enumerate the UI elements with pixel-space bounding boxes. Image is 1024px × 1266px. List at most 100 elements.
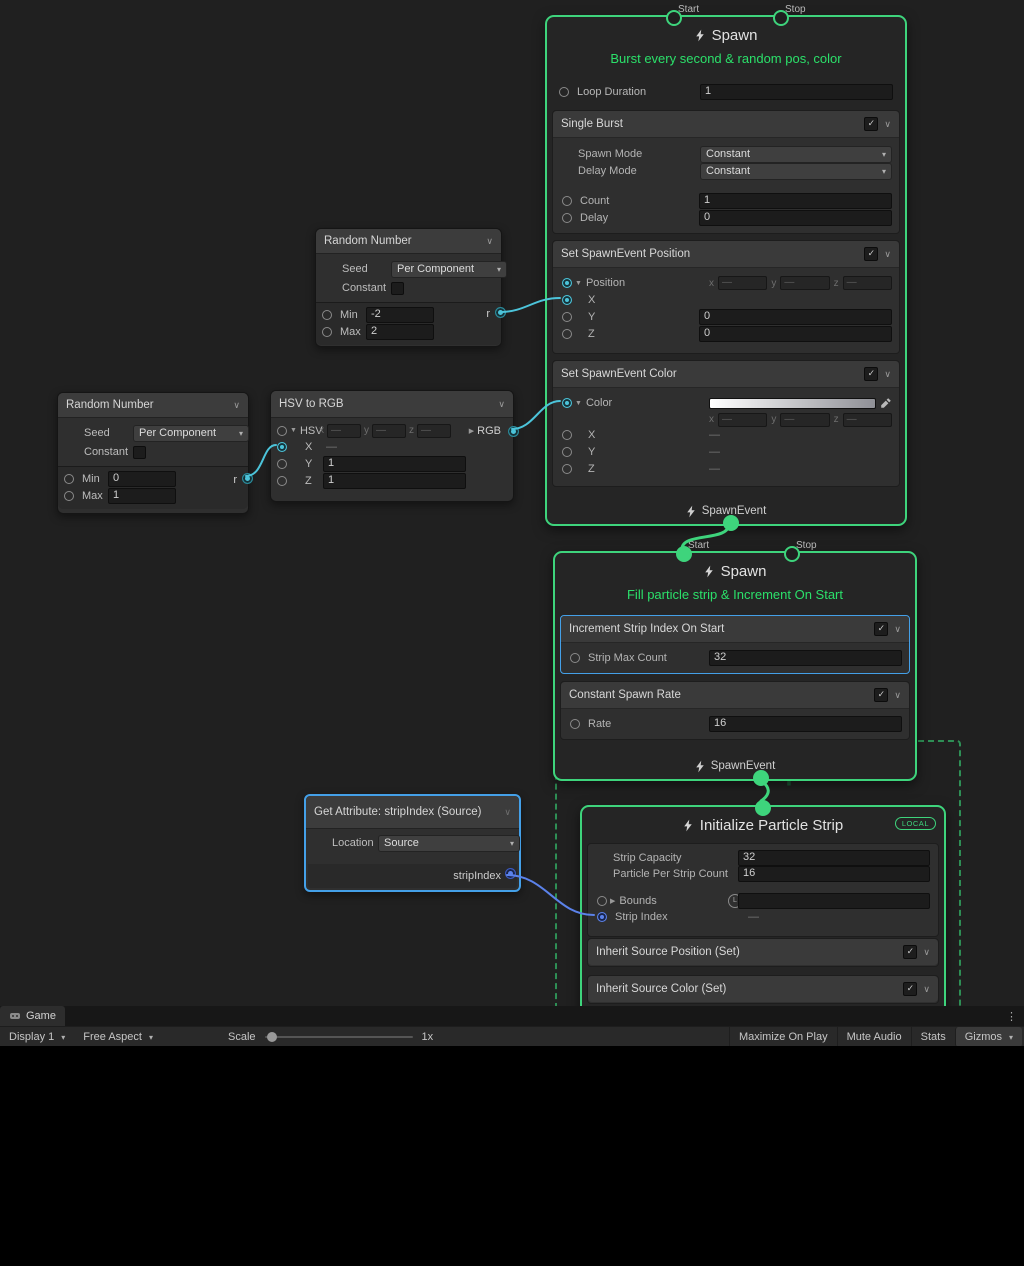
expander-right-icon[interactable]: ▶ [469,427,474,435]
rgb-output-port[interactable] [508,426,519,437]
count-port[interactable] [562,196,572,206]
game-tab[interactable]: Game [0,1006,65,1026]
hsv-port[interactable] [277,426,287,436]
chevron-down-icon[interactable]: ∨ [233,400,240,411]
initialize-particle-strip-context[interactable]: Initialize Particle Strip LOCAL Strip Ca… [580,805,946,1006]
get-attribute-node[interactable]: Get Attribute: stripIndex (Source) ∨ Loc… [304,794,521,892]
strip-capacity-input[interactable]: 32 [738,850,930,866]
inherit-color-checkbox[interactable]: ✓ [903,982,917,996]
seed-dropdown[interactable]: Per Component▾ [391,261,507,278]
maximize-on-play-button[interactable]: Maximize On Play [729,1027,837,1047]
spawn-mode-dropdown[interactable]: Constant▾ [700,146,892,163]
chevron-down-icon[interactable]: ∨ [504,807,511,818]
increment-strip-index-block[interactable]: Increment Strip Index On Start ✓ ∨ Strip… [560,615,910,674]
inherit-position-header[interactable]: Inherit Source Position (Set) ✓ ∨ [588,939,938,965]
strip-max-count-port[interactable] [570,653,580,663]
min-input[interactable]: 0 [108,471,176,487]
y-mini-field[interactable]: — [372,424,406,438]
r-output-port[interactable] [242,473,253,484]
z-mini-field[interactable]: — [843,276,892,290]
increment-header[interactable]: Increment Strip Index On Start ✓ ∨ [561,616,909,643]
inherit-position-checkbox[interactable]: ✓ [903,945,917,959]
position-x-port[interactable] [562,295,572,305]
spawn-context-strip[interactable]: Start Stop Spawn Fill particle strip & I… [553,551,917,781]
r-output-port[interactable] [495,307,506,318]
strip-max-count-input[interactable]: 32 [709,650,902,666]
random-number-node-2[interactable]: Random Number ∨ Seed Per Component▾ Cons… [57,392,249,514]
display-dropdown[interactable]: Display 1 ▾ [0,1027,74,1047]
rate-input[interactable]: 16 [709,716,902,732]
min-input[interactable]: -2 [366,307,434,323]
chevron-down-icon[interactable]: ∨ [894,690,901,701]
chevron-down-icon[interactable]: ∨ [498,399,505,410]
color-x-port[interactable] [562,430,572,440]
position-z-input[interactable]: 0 [699,326,892,342]
hsv-header[interactable]: HSV to RGB ∨ [271,391,513,418]
chevron-down-icon[interactable]: ∨ [923,947,930,958]
hsv-x-port[interactable] [277,442,287,452]
delay-mode-dropdown[interactable]: Constant▾ [700,163,892,180]
z-mini-field[interactable]: — [417,424,451,438]
chevron-down-icon[interactable]: ∨ [923,984,930,995]
x-mini-field[interactable]: — [718,276,767,290]
set-position-checkbox[interactable]: ✓ [864,247,878,261]
x-mini-field[interactable]: — [327,424,361,438]
rate-header[interactable]: Constant Spawn Rate ✓ ∨ [561,682,909,709]
expander-down-icon[interactable]: ▼ [290,427,297,434]
count-input[interactable]: 1 [699,193,892,209]
strip-index-output-port[interactable] [505,868,516,879]
color-z-port[interactable] [562,464,572,474]
hsv-z-input[interactable]: 1 [323,473,466,489]
random-number-header[interactable]: Random Number ∨ [58,393,248,418]
inherit-color-header[interactable]: Inherit Source Color (Set) ✓ ∨ [588,976,938,1002]
rate-port[interactable] [570,719,580,729]
x-mini-field[interactable]: — [718,413,767,427]
max-input[interactable]: 1 [108,488,176,504]
loop-duration-input[interactable]: 1 [700,84,893,100]
get-attribute-header[interactable]: Get Attribute: stripIndex (Source) ∨ [306,796,519,829]
loop-duration-port[interactable] [559,87,569,97]
location-dropdown[interactable]: Source▾ [378,835,520,852]
mute-audio-button[interactable]: Mute Audio [837,1027,911,1047]
color-gradient-field[interactable] [709,398,876,409]
flow-stop-port[interactable] [773,10,789,26]
max-input[interactable]: 2 [366,324,434,340]
set-color-header[interactable]: Set SpawnEvent Color ✓ ∨ [553,361,899,388]
tab-options-icon[interactable]: ⋮ [999,1010,1024,1023]
single-burst-header[interactable]: Single Burst ✓ ∨ [553,111,899,138]
single-burst-block[interactable]: Single Burst ✓ ∨ Spawn Mode Constant▾ De… [552,110,900,234]
particle-per-count-input[interactable]: 16 [738,866,930,882]
increment-checkbox[interactable]: ✓ [874,622,888,636]
strip-index-port[interactable] [597,912,607,922]
position-port[interactable] [562,278,572,288]
flow-stop-port[interactable] [784,546,800,562]
set-color-checkbox[interactable]: ✓ [864,367,878,381]
chevron-down-icon[interactable]: ∨ [486,236,493,247]
expander-right-icon[interactable]: ▶ [610,897,615,905]
delay-port[interactable] [562,213,572,223]
aspect-dropdown[interactable]: Free Aspect ▾ [74,1027,162,1047]
position-y-input[interactable]: 0 [699,309,892,325]
chevron-down-icon[interactable]: ∨ [884,249,891,260]
spawn-context-burst[interactable]: Start Stop Spawn Burst every second & ra… [545,15,907,526]
random-number-header[interactable]: Random Number ∨ [316,229,501,254]
max-port[interactable] [64,491,74,501]
min-port[interactable] [322,310,332,320]
chevron-down-icon[interactable]: ∨ [884,119,891,130]
chevron-down-icon[interactable]: ∨ [894,624,901,635]
constant-checkbox[interactable] [391,282,404,295]
z-mini-field[interactable]: — [843,413,892,427]
eyedropper-icon[interactable] [880,397,892,409]
hsv-z-port[interactable] [277,476,287,486]
position-z-port[interactable] [562,329,572,339]
inherit-source-position-block[interactable]: Inherit Source Position (Set) ✓ ∨ [587,938,939,967]
inherit-source-color-block[interactable]: Inherit Source Color (Set) ✓ ∨ [587,975,939,1004]
expander-down-icon[interactable]: ▼ [575,280,582,287]
color-port[interactable] [562,398,572,408]
stats-button[interactable]: Stats [911,1027,955,1047]
color-y-port[interactable] [562,447,572,457]
flow-start-port[interactable] [666,10,682,26]
bounds-field[interactable] [738,893,930,909]
y-mini-field[interactable]: — [780,276,829,290]
set-position-block[interactable]: Set SpawnEvent Position ✓ ∨ ▼ Position x… [552,240,900,354]
